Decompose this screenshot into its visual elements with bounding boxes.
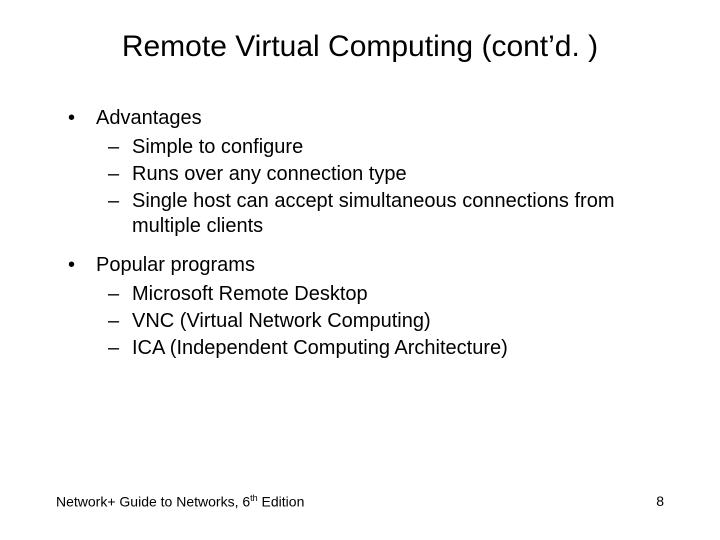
sub-list: –Simple to configure –Runs over any conn… [68, 135, 664, 239]
list-item: –VNC (Virtual Network Computing) [108, 309, 664, 334]
list-item: –ICA (Independent Computing Architecture… [108, 336, 664, 361]
sub-item-label: Runs over any connection type [132, 162, 407, 187]
bullet-list: • Advantages –Simple to configure –Runs … [56, 106, 664, 361]
dash-icon: – [108, 336, 132, 361]
list-item: –Single host can accept simultaneous con… [108, 189, 664, 239]
sub-list: –Microsoft Remote Desktop –VNC (Virtual … [68, 282, 664, 361]
page-number: 8 [656, 493, 664, 510]
dash-icon: – [108, 282, 132, 307]
list-item: –Microsoft Remote Desktop [108, 282, 664, 307]
list-item: –Runs over any connection type [108, 162, 664, 187]
footer-text-sup: th [250, 493, 258, 503]
list-item: • Popular programs –Microsoft Remote Des… [68, 253, 664, 361]
slide-title: Remote Virtual Computing (cont’d. ) [56, 30, 664, 64]
bullet-icon: • [68, 253, 96, 278]
sub-item-label: Simple to configure [132, 135, 303, 160]
bullet-icon: • [68, 106, 96, 131]
sub-item-label: ICA (Independent Computing Architecture) [132, 336, 508, 361]
sub-item-label: VNC (Virtual Network Computing) [132, 309, 431, 334]
dash-icon: – [108, 135, 132, 160]
slide: Remote Virtual Computing (cont’d. ) • Ad… [0, 0, 720, 540]
sub-item-label: Microsoft Remote Desktop [132, 282, 368, 307]
list-item: –Simple to configure [108, 135, 664, 160]
list-item: • Advantages –Simple to configure –Runs … [68, 106, 664, 239]
list-item-label: Advantages [96, 106, 202, 131]
footer-text-post: Edition [258, 494, 305, 510]
slide-footer: Network+ Guide to Networks, 6th Edition … [56, 493, 664, 510]
dash-icon: – [108, 309, 132, 334]
sub-item-label: Single host can accept simultaneous conn… [132, 189, 664, 239]
dash-icon: – [108, 162, 132, 187]
slide-content: • Advantages –Simple to configure –Runs … [56, 106, 664, 361]
footer-text-pre: Network+ Guide to Networks, 6 [56, 494, 250, 510]
list-item-label: Popular programs [96, 253, 255, 278]
footer-source: Network+ Guide to Networks, 6th Edition [56, 493, 304, 510]
dash-icon: – [108, 189, 132, 239]
